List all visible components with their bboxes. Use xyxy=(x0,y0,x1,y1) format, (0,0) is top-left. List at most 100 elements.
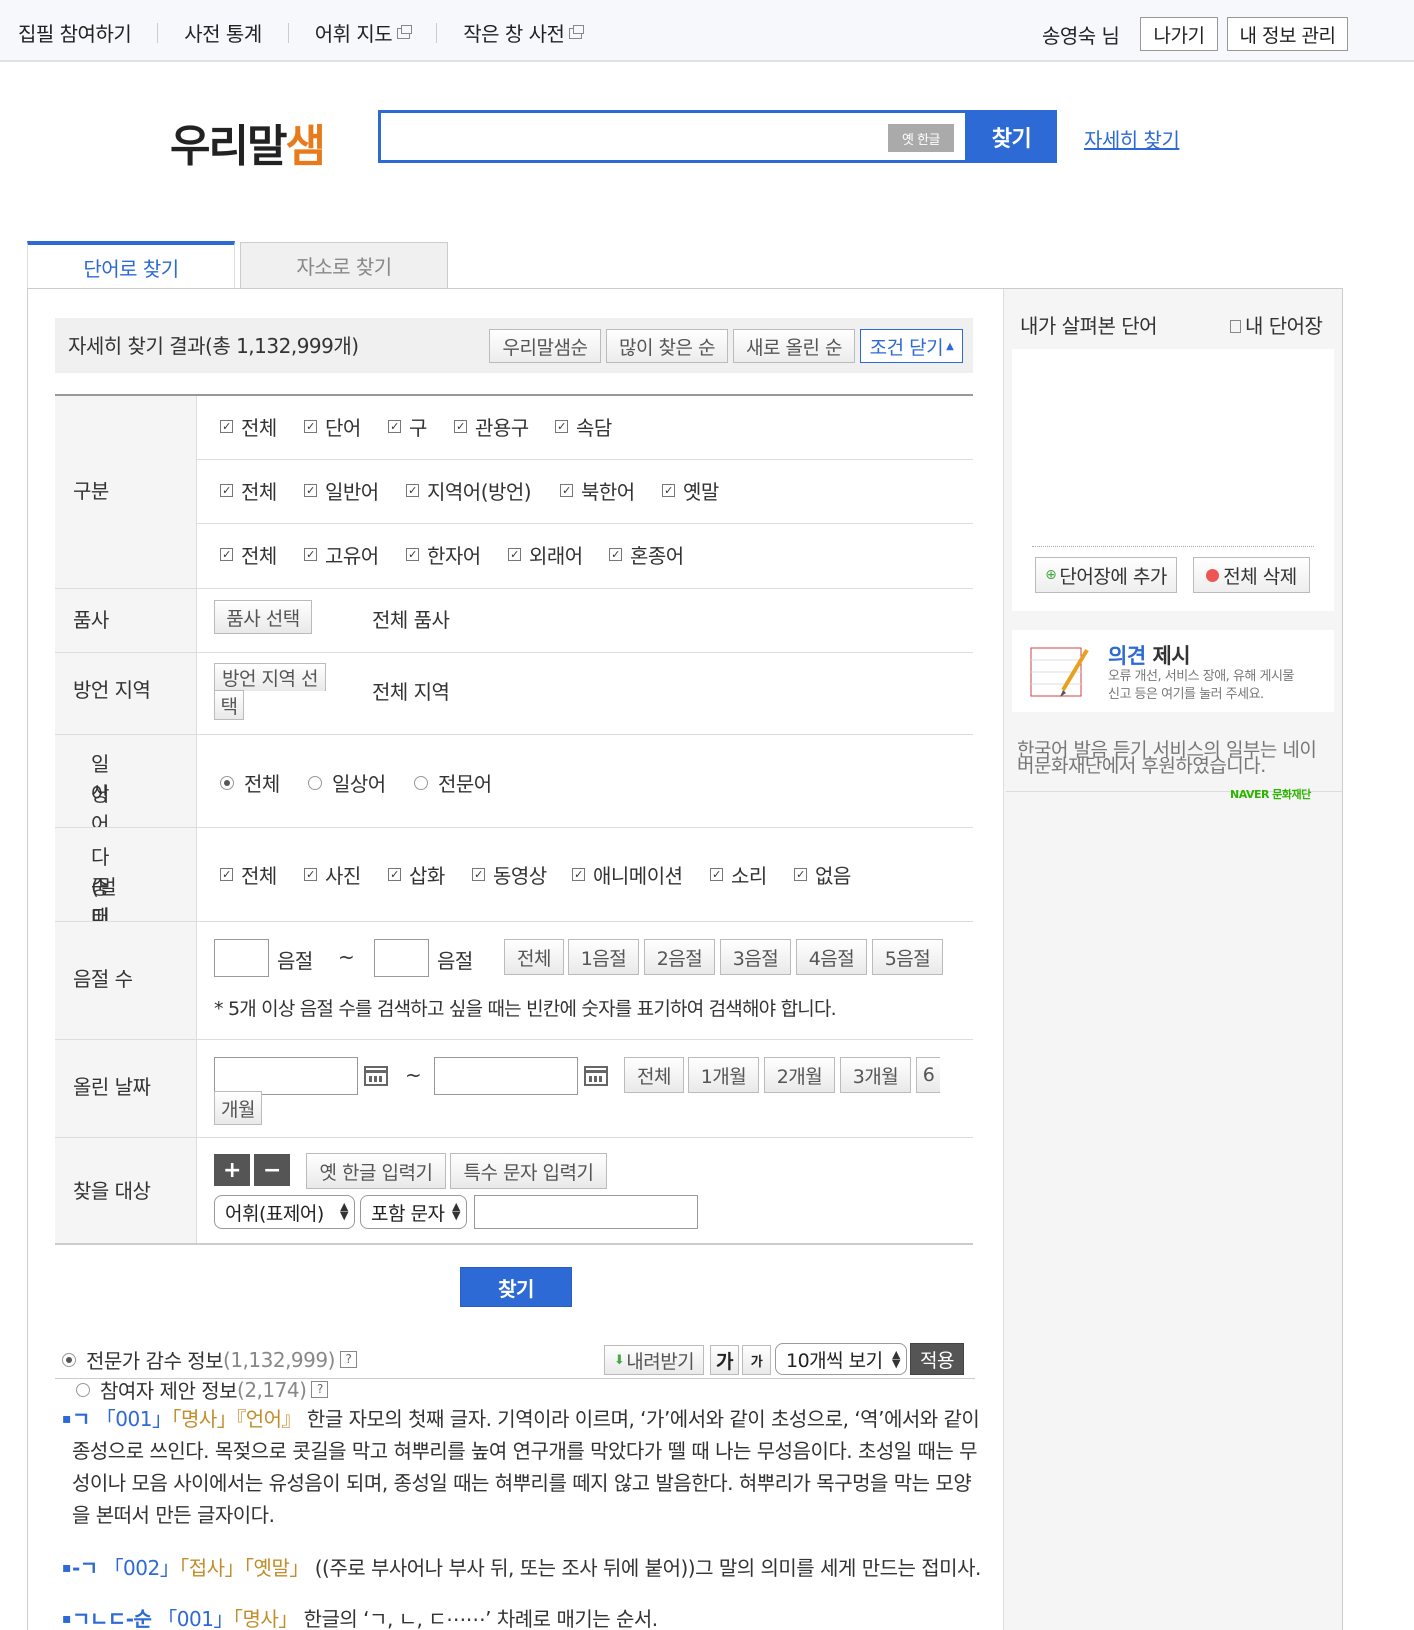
checkbox-media-sound[interactable]: ✓ 소리 xyxy=(710,860,767,889)
date-1month-button[interactable]: 1개월 xyxy=(688,1057,759,1093)
date-3month-button[interactable]: 3개월 xyxy=(840,1057,911,1093)
checkbox-media-none[interactable]: ✓ 없음 xyxy=(794,860,851,889)
checkbox-media-video[interactable]: ✓ 동영상 xyxy=(472,860,547,889)
nav-statistics[interactable]: 사전 통계 xyxy=(184,18,262,47)
syllable-2-button[interactable]: 2음절 xyxy=(644,939,715,975)
delete-all-button[interactable]: 전체 삭제 xyxy=(1193,557,1310,593)
syllable-3-button[interactable]: 3음절 xyxy=(720,939,791,975)
date-6month-button[interactable]: 6 xyxy=(916,1057,940,1093)
syllable-all-button[interactable]: 전체 xyxy=(504,939,564,975)
old-hangul-input-button[interactable]: 옛 한글 입력기 xyxy=(306,1153,446,1189)
opinion-desc: 오류 개선, 서비스 장애, 유해 게시물 신고 등은 여기를 눌러 주세요. xyxy=(1108,668,1294,704)
radio-daily-technical[interactable]: 전문어 xyxy=(414,768,492,797)
help-icon[interactable]: ? xyxy=(339,1351,357,1368)
checkbox-type-proverb[interactable]: ✓ 속담 xyxy=(555,412,612,441)
radio-icon xyxy=(414,775,428,790)
search-button[interactable]: 찾기 xyxy=(966,110,1057,163)
radio-participant-info[interactable]: 참여자 제안 정보 (2,174)? xyxy=(76,1375,329,1404)
calendar-icon[interactable] xyxy=(364,1066,388,1086)
nav-participate-label: 집필 참여하기 xyxy=(18,22,132,46)
checkbox-origin-sino[interactable]: ✓ 한자어 xyxy=(406,540,481,569)
sort-newest-button[interactable]: 새로 올린 순 xyxy=(733,329,855,363)
checkbox-media-photo[interactable]: ✓ 사진 xyxy=(304,860,361,889)
opinion-banner[interactable]: 의견 제시 오류 개선, 서비스 장애, 유해 게시물 신고 등은 여기를 눌러 … xyxy=(1012,630,1334,712)
entry-headword[interactable]: ㄱㄴㄷ-순 xyxy=(72,1607,152,1630)
entry-definition: ((주로 부사어나 부사 뒤, 또는 조사 뒤에 붙어))그 말의 의미를 세게… xyxy=(314,1556,982,1580)
target-field-select[interactable]: 어휘(표제어) ▲ ▼ xyxy=(214,1195,355,1229)
checkbox-origin-native[interactable]: ✓ 고유어 xyxy=(304,540,379,569)
syllable-1-button[interactable]: 1음절 xyxy=(568,939,639,975)
checkbox-variety-north[interactable]: ✓ 북한어 xyxy=(560,476,635,505)
checkbox-variety-general[interactable]: ✓ 일반어 xyxy=(304,476,379,505)
help-icon[interactable]: ? xyxy=(311,1381,329,1398)
add-to-wordbook-button[interactable]: ⊕ 단어장에 추가 xyxy=(1035,557,1177,593)
syllable-4-button[interactable]: 4음절 xyxy=(796,939,867,975)
tab-morpheme-search[interactable]: 자소로 찾기 xyxy=(240,242,448,289)
font-small-button[interactable]: 가 xyxy=(742,1345,771,1375)
download-button[interactable]: ⬇ 내려받기 xyxy=(604,1345,704,1375)
dialect-select-button-wrap[interactable]: 택 xyxy=(214,690,244,720)
date-from-input[interactable] xyxy=(214,1057,358,1095)
participant-info-count: (2,174) xyxy=(237,1377,307,1402)
entry-headword[interactable]: ㄱ xyxy=(72,1407,90,1431)
radio-expert-info[interactable]: 전문가 감수 정보 (1,132,999)? xyxy=(62,1345,357,1374)
syllable-max-input[interactable] xyxy=(374,939,429,977)
close-conditions-button[interactable]: 조건 닫기 ▲ xyxy=(860,329,963,363)
checkbox-origin-all[interactable]: ✓ 전체 xyxy=(220,540,277,569)
checkbox-origin-foreign[interactable]: ✓ 외래어 xyxy=(508,540,583,569)
checkbox-media-all[interactable]: ✓ 전체 xyxy=(220,860,277,889)
pos-row: 품사 xyxy=(55,588,973,652)
my-wordbook-link[interactable]: 내 단어장 xyxy=(1230,310,1323,339)
checkbox-variety-dialect[interactable]: ✓ 지역어(방언) xyxy=(406,476,532,505)
nav-mini-dictionary[interactable]: 작은 창 사전 xyxy=(463,18,585,47)
logout-button[interactable]: 나가기 xyxy=(1140,17,1218,51)
checkbox-type-phrase[interactable]: ✓ 구 xyxy=(388,412,427,441)
my-info-button[interactable]: 내 정보 관리 xyxy=(1227,17,1348,51)
old-hangul-button[interactable]: 옛 한글 xyxy=(888,124,954,152)
nav-vocab-map[interactable]: 어휘 지도 xyxy=(315,18,413,47)
sort-popular-button[interactable]: 많이 찾은 순 xyxy=(606,329,728,363)
dialect-select-button[interactable]: 방언 지역 선 xyxy=(214,663,326,691)
checkbox-type-idiom[interactable]: ✓ 관용구 xyxy=(454,412,529,441)
opinion-title-a: 의견 xyxy=(1108,644,1146,668)
syllable-min-input[interactable] xyxy=(214,939,269,977)
apply-button[interactable]: 적용 xyxy=(910,1343,964,1375)
checkbox-origin-hybrid[interactable]: ✓ 혼종어 xyxy=(609,540,684,569)
checkbox-type-all[interactable]: ✓ 전체 xyxy=(220,412,277,441)
tab-word-search[interactable]: 단어로 찾기 xyxy=(27,241,235,289)
checkbox-type-word[interactable]: ✓ 단어 xyxy=(304,412,361,441)
checkbox-media-illustration[interactable]: ✓ 삽화 xyxy=(388,860,445,889)
checkbox-media-animation[interactable]: ✓ 애니메이션 xyxy=(572,860,683,889)
search-input[interactable] xyxy=(378,110,968,163)
date-to-input[interactable] xyxy=(434,1057,578,1095)
radio-daily-common[interactable]: 일상어 xyxy=(308,768,386,797)
entry-headword[interactable]: -ㄱ xyxy=(72,1556,98,1580)
per-page-select[interactable]: 10개씩 보기 ▲ ▼ xyxy=(775,1343,907,1375)
opinion-line1: 오류 개선, 서비스 장애, 유해 게시물 xyxy=(1108,669,1294,684)
checkbox-variety-all[interactable]: ✓ 전체 xyxy=(220,476,277,505)
nav-participate[interactable]: 집필 참여하기 xyxy=(18,18,132,47)
add-condition-button[interactable]: + xyxy=(214,1154,250,1186)
target-keyword-input[interactable] xyxy=(474,1195,698,1229)
sort-urimalsaem-button[interactable]: 우리말샘순 xyxy=(489,329,601,363)
checkbox-checked-icon: ✓ xyxy=(304,420,317,433)
submit-search-button[interactable]: 찾기 xyxy=(460,1267,572,1307)
calendar-icon[interactable] xyxy=(584,1066,608,1086)
checkbox-checked-icon: ✓ xyxy=(572,868,585,881)
site-logo[interactable]: 우리말샘 xyxy=(170,110,326,174)
radio-daily-all[interactable]: 전체 xyxy=(220,768,280,797)
caret-up-icon: ▲ xyxy=(946,340,954,352)
dialect-row: 방언 지역 xyxy=(55,652,973,734)
pos-select-button[interactable]: 품사 선택 xyxy=(214,600,312,634)
date-6month-button-wrap[interactable]: 개월 xyxy=(214,1091,262,1125)
entry-number: 「001」 xyxy=(95,1407,172,1431)
syllable-5-button[interactable]: 5음절 xyxy=(872,939,943,975)
font-large-button[interactable]: 가 xyxy=(710,1345,739,1375)
advanced-search-link[interactable]: 자세히 찾기 xyxy=(1084,124,1180,153)
date-all-button[interactable]: 전체 xyxy=(624,1057,684,1093)
checkbox-variety-archaic[interactable]: ✓ 옛말 xyxy=(662,476,719,505)
remove-condition-button[interactable]: − xyxy=(254,1154,290,1186)
date-2month-button[interactable]: 2개월 xyxy=(764,1057,835,1093)
special-char-input-button[interactable]: 특수 문자 입력기 xyxy=(450,1153,607,1189)
match-type-select[interactable]: 포함 문자 ▲ ▼ xyxy=(360,1195,467,1229)
